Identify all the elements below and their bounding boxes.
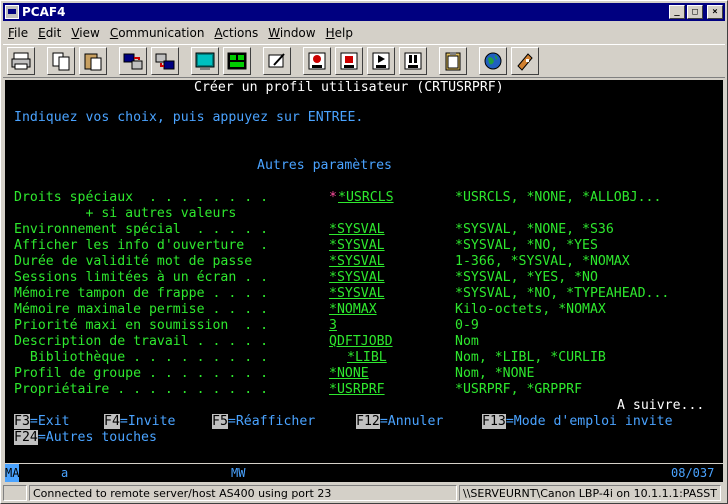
owner-input[interactable]: *USRPRF xyxy=(329,382,392,398)
operator-info-area: MA a MW 08/037 xyxy=(5,464,723,482)
field-label: Droits spéciaux . . . . . . . . xyxy=(14,190,269,205)
fkey-label: F13 xyxy=(482,414,506,429)
macro-record-icon[interactable] xyxy=(303,47,331,75)
window-title: PCAF4 xyxy=(22,5,66,19)
allowed-values: Nom xyxy=(455,334,479,349)
allowed-values: *SYSVAL, *NO, *YES xyxy=(455,238,598,253)
job-description-input[interactable]: QDFTJOBD xyxy=(329,334,419,350)
field-label: Sessions limitées à un écran . . xyxy=(14,270,269,285)
keyboard-buffering-input[interactable]: *SYSVAL xyxy=(329,286,419,302)
toolbar xyxy=(3,44,725,78)
keyboard-map-icon[interactable] xyxy=(223,47,251,75)
title-bar[interactable]: PCAF4 _ □ × xyxy=(3,3,725,21)
close-button[interactable]: × xyxy=(707,5,723,19)
menu-bar: File Edit View Communication Actions Win… xyxy=(3,23,725,42)
fkey-label: F24 xyxy=(14,430,38,445)
more-indicator: A suivre... xyxy=(617,398,705,413)
screen-title: Créer un profil utilisateur (CRTUSRPRF) xyxy=(194,80,504,95)
field-label: Afficher les info d'ouverture . xyxy=(14,238,269,253)
allowed-values: *SYSVAL, *NONE, *S36 xyxy=(455,222,614,237)
cursor-position: 08/037 xyxy=(671,466,715,480)
fkey-label: F3 xyxy=(14,414,30,429)
allowed-values: *SYSVAL, *NO, *TYPEAHEAD... xyxy=(455,286,670,301)
field-label: Mémoire maximale permise . . . . xyxy=(14,302,269,317)
field-label: Environnement spécial . . . . . xyxy=(14,222,269,237)
priority-limit-input[interactable]: 3 xyxy=(329,318,338,334)
emulator-window: PCAF4 _ □ × File Edit View Communication… xyxy=(0,0,728,504)
allowed-values: *USRPRF, *GRPPRF xyxy=(455,382,583,397)
terminal-screen[interactable]: Créer un profil utilisateur (CRTUSRPRF) … xyxy=(5,80,723,463)
print-icon[interactable] xyxy=(7,47,35,75)
limit-device-sessions-input[interactable]: *SYSVAL xyxy=(329,270,392,286)
maximize-button[interactable]: □ xyxy=(687,5,703,19)
menu-view[interactable]: View xyxy=(66,26,104,40)
special-environment-input[interactable]: *SYSVAL xyxy=(329,222,392,238)
status-bar: Connected to remote server/host AS400 us… xyxy=(3,484,725,502)
receive-icon[interactable] xyxy=(151,47,179,75)
f3-exit-key[interactable]: F3=Exit xyxy=(14,414,70,430)
clipboard-icon[interactable] xyxy=(439,47,467,75)
max-storage-input[interactable]: *NOMAX xyxy=(329,302,428,318)
display-setup-icon[interactable] xyxy=(191,47,219,75)
copy-icon[interactable] xyxy=(47,47,75,75)
app-icon[interactable] xyxy=(5,5,19,19)
menu-file-rest: ile xyxy=(14,25,29,40)
macro-stop-icon[interactable] xyxy=(335,47,363,75)
edit-icon[interactable] xyxy=(263,47,291,75)
field-label: Bibliothèque . . . . . . . . . xyxy=(14,350,269,365)
help-icon[interactable] xyxy=(511,47,539,75)
instructions: Indiquez vos choix, puis appuyez sur ENT… xyxy=(14,110,364,125)
session-indicator: MW xyxy=(231,466,246,480)
menu-edit[interactable]: Edit xyxy=(33,26,66,40)
status-indicator: a xyxy=(61,466,69,480)
f13-help-key[interactable]: F13=Mode d'emploi invite xyxy=(482,414,673,430)
menu-window[interactable]: Window xyxy=(263,26,320,40)
allowed-values: 1-366, *SYSVAL, *NOMAX xyxy=(455,254,630,269)
status-cell xyxy=(3,485,27,501)
allowed-values: Kilo-octets, *NOMAX xyxy=(455,302,606,317)
connection-status: Connected to remote server/host AS400 us… xyxy=(29,485,457,501)
menu-actions[interactable]: Actions xyxy=(209,26,263,40)
f12-cancel-key[interactable]: F12=Annuler xyxy=(356,414,443,430)
password-expiration-input[interactable]: *SYSVAL xyxy=(329,254,392,270)
f4-prompt-key[interactable]: F4=Invite xyxy=(104,414,175,430)
menu-help[interactable]: Help xyxy=(321,26,358,40)
mode-indicator: MA xyxy=(5,464,20,482)
allowed-values: 0-9 xyxy=(455,318,479,333)
fkey-label: F5 xyxy=(212,414,228,429)
send-icon[interactable] xyxy=(119,47,147,75)
allowed-values: *USRCLS, *NONE, *ALLOBJ... xyxy=(455,190,662,205)
field-label: Priorité maxi en soumission . . xyxy=(14,318,269,333)
field-label: + si autres valeurs xyxy=(14,206,237,221)
globe-icon[interactable] xyxy=(479,47,507,75)
menu-communication[interactable]: Communication xyxy=(105,26,210,40)
f24-more-keys[interactable]: F24=Autres touches xyxy=(14,430,157,446)
group-profile-input[interactable]: *NONE xyxy=(329,366,419,382)
fkey-label: F4 xyxy=(104,414,120,429)
allowed-values: Nom, *LIBL, *CURLIB xyxy=(455,350,606,365)
allowed-values: *SYSVAL, *YES, *NO xyxy=(455,270,598,285)
library-input[interactable]: *LIBL xyxy=(347,350,437,366)
special-authority-input[interactable]: *USRCLS xyxy=(338,190,410,206)
paste-icon[interactable] xyxy=(79,47,107,75)
field-label: Description de travail . . . . . xyxy=(14,334,269,349)
macro-play-icon[interactable] xyxy=(367,47,395,75)
minimize-button[interactable]: _ xyxy=(669,5,685,19)
allowed-values: Nom, *NONE xyxy=(455,366,535,381)
field-label: Mémoire tampon de frappe . . . . xyxy=(14,286,269,301)
field-label: Propriétaire . . . . . . . . . . xyxy=(14,382,269,397)
cursor-marker: * xyxy=(329,190,337,205)
section-title: Autres paramètres xyxy=(257,158,392,173)
field-label: Profil de groupe . . . . . . . . xyxy=(14,366,269,381)
f5-refresh-key[interactable]: F5=Réafficher xyxy=(212,414,315,430)
field-label: Durée de validité mot de passe xyxy=(14,254,269,269)
menu-file[interactable]: File xyxy=(3,26,33,40)
printer-status: \\SERVEURNT\Canon LBP-4i on 10.1.1.1:PAS… xyxy=(459,485,721,501)
fkey-label: F12 xyxy=(356,414,380,429)
macro-pause-icon[interactable] xyxy=(399,47,427,75)
display-signon-info-input[interactable]: *SYSVAL xyxy=(329,238,392,254)
